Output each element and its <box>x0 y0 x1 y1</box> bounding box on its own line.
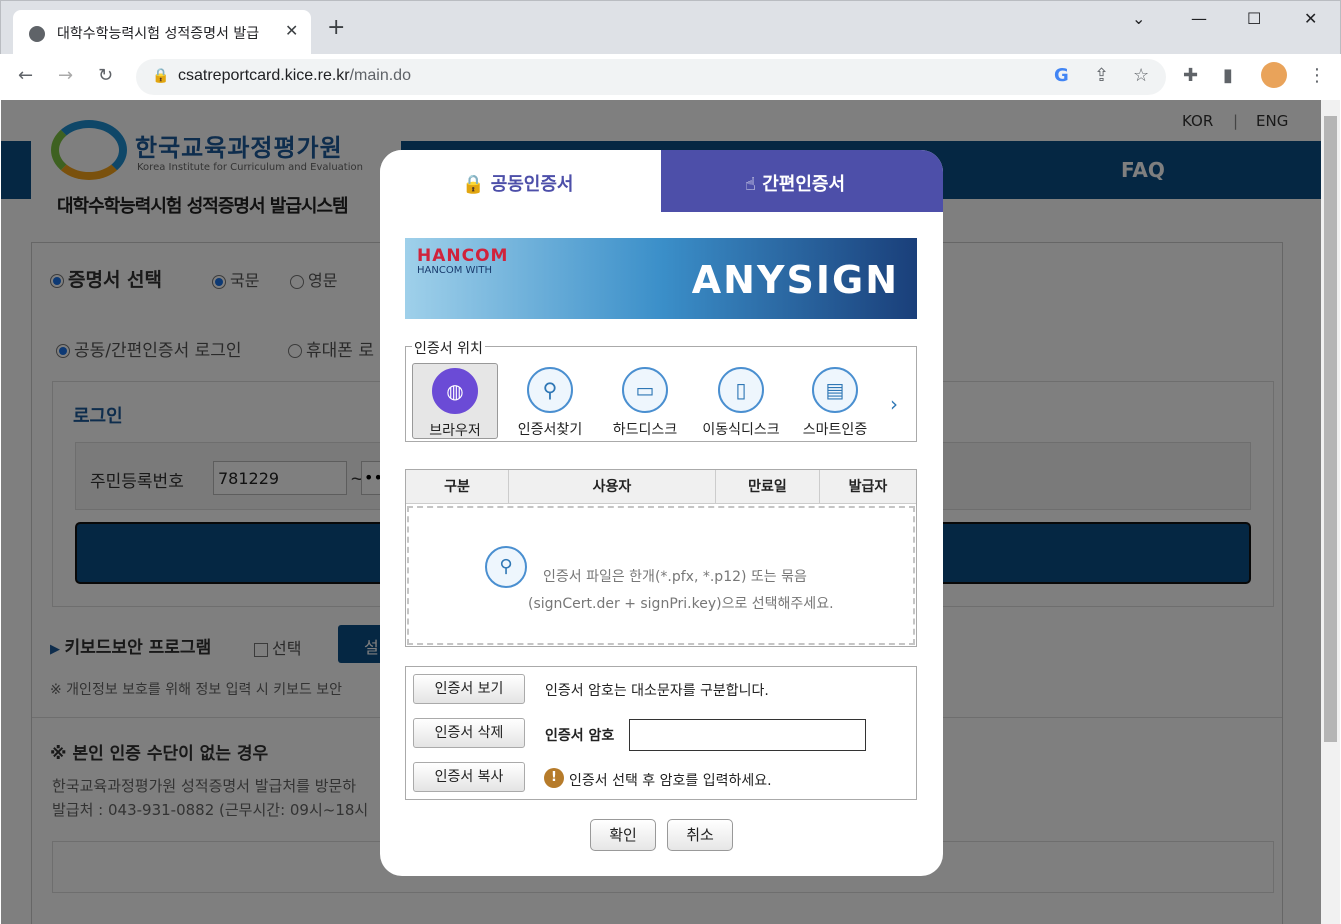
scrollbar-thumb[interactable] <box>1324 116 1337 742</box>
minimize-icon[interactable]: — <box>1191 9 1207 28</box>
lock-icon: 🔒 <box>152 68 170 84</box>
back-icon[interactable]: ← <box>18 65 33 86</box>
url-domain: csatreportcard.kice.re.kr <box>178 67 350 84</box>
forward-icon[interactable]: → <box>58 65 73 86</box>
scrollbar[interactable] <box>1321 100 1340 924</box>
ok-button[interactable]: 확인 <box>590 819 656 851</box>
col-issuer: 발급자 <box>848 479 888 495</box>
location-hard-disk[interactable]: ▭ 하드디스크 <box>602 363 688 439</box>
lock-icon: 🔒 <box>462 174 491 195</box>
warning-icon: ! <box>544 768 564 788</box>
share-icon[interactable]: ⇪ <box>1094 65 1109 86</box>
cert-dropzone[interactable]: ⚲ 인증서 파일은 한개(*.pfx, *.p12) 또는 묶음 (signCe… <box>407 506 915 645</box>
fingerprint-icon: ☝ <box>745 174 763 195</box>
browser-toolbar: ← → ↻ 🔒 csatreportcard.kice.re.kr/main.d… <box>0 54 1341 100</box>
url-path: /main.do <box>349 67 411 84</box>
globe-icon: ◍ <box>432 368 478 414</box>
google-icon[interactable]: G <box>1054 65 1069 86</box>
location-legend: 인증서 위치 <box>412 338 485 358</box>
cert-location-group: ◍ 브라우저 ⚲ 인증서찾기 ▭ 하드디스크 ▯ 이동식디스크 ▤ 스마트인증 <box>405 346 917 442</box>
delete-cert-button[interactable]: 인증서 삭제 <box>413 718 525 748</box>
cert-table-header: 구분 사용자 만료일 발급자 <box>406 470 916 504</box>
banner-product: ANYSIGN <box>691 258 899 302</box>
col-expiry: 만료일 <box>716 470 820 504</box>
tab-joint-cert-text: 공동인증서 <box>490 174 574 195</box>
tab-close-icon[interactable]: ✕ <box>285 21 298 40</box>
password-label: 인증서 암호 <box>545 728 615 744</box>
address-bar[interactable]: 🔒 csatreportcard.kice.re.kr/main.do G ⇪ … <box>136 59 1166 95</box>
banner-sub: HANCOM WITH <box>417 265 492 276</box>
menu-icon[interactable]: ⋮ <box>1308 65 1326 86</box>
location-browser[interactable]: ◍ 브라우저 <box>412 363 498 439</box>
copy-cert-button[interactable]: 인증서 복사 <box>413 762 525 792</box>
dropzone-text-1: 인증서 파일은 한개(*.pfx, *.p12) 또는 묶음 <box>543 569 807 585</box>
tab-simple-cert-label: ☝ 간편인증서 <box>745 170 845 196</box>
profile-avatar[interactable] <box>1261 62 1287 88</box>
smartphone-icon: ▤ <box>812 367 858 413</box>
location-label: 브라우저 <box>429 423 481 439</box>
location-label: 이동식디스크 <box>702 422 780 438</box>
password-input[interactable] <box>629 719 866 751</box>
cert-table: 구분 사용자 만료일 발급자 ⚲ 인증서 파일은 한개(*.pfx, *.p12… <box>405 469 917 647</box>
maximize-icon[interactable]: ☐ <box>1247 9 1261 28</box>
browser-tab[interactable]: 대학수학능력시험 성적증명서 발급 ✕ <box>13 10 311 55</box>
new-tab-icon[interactable]: + <box>327 15 345 40</box>
tab-simple-cert-text: 간편인증서 <box>762 174 846 195</box>
cert-dialog: 🔒 공동인증서 ☝ 간편인증서 HANCOM HANCOM WITH ANYSI… <box>380 150 943 876</box>
case-sensitive-note: 인증서 암호는 대소문자를 구분합니다. <box>545 683 769 699</box>
extensions-icon[interactable]: ✚ <box>1183 65 1198 86</box>
reload-icon[interactable]: ↻ <box>98 65 113 86</box>
password-panel: 인증서 보기 인증서 삭제 인증서 복사 인증서 암호는 대소문자를 구분합니다… <box>405 666 917 800</box>
banner-brand: HANCOM <box>417 246 509 266</box>
location-smart-auth[interactable]: ▤ 스마트인증 <box>792 363 878 439</box>
monitor-icon: ▭ <box>622 367 668 413</box>
location-cert-search[interactable]: ⚲ 인증서찾기 <box>507 363 593 439</box>
anysign-banner: HANCOM HANCOM WITH ANYSIGN <box>405 238 917 319</box>
location-label: 스마트인증 <box>802 422 868 438</box>
side-panel-icon[interactable]: ▮ <box>1223 65 1233 86</box>
magnifier-icon: ⚲ <box>527 367 573 413</box>
col-type: 구분 <box>406 470 509 504</box>
cancel-button[interactable]: 취소 <box>667 819 733 851</box>
view-cert-button[interactable]: 인증서 보기 <box>413 674 525 704</box>
usb-icon: ▯ <box>718 367 764 413</box>
close-window-icon[interactable]: ✕ <box>1304 9 1317 28</box>
location-label: 하드디스크 <box>612 422 678 438</box>
col-user: 사용자 <box>509 470 716 504</box>
dropzone-text-2: (signCert.der + signPri.key)으로 선택해주세요. <box>528 596 834 612</box>
tab-title: 대학수학능력시험 성적증명서 발급 <box>57 26 260 42</box>
globe-favicon-icon <box>29 26 45 42</box>
warning-text: 인증서 선택 후 암호를 입력하세요. <box>569 773 772 789</box>
tab-simple-cert[interactable]: ☝ 간편인증서 <box>661 150 943 212</box>
location-removable-disk[interactable]: ▯ 이동식디스크 <box>697 363 785 439</box>
tab-search-icon[interactable]: ⌄ <box>1132 9 1145 28</box>
bookmark-star-icon[interactable]: ☆ <box>1133 65 1149 86</box>
tab-joint-cert[interactable]: 🔒 공동인증서 <box>380 150 661 212</box>
chevron-right-icon[interactable]: › <box>890 392 898 416</box>
magnifier-icon: ⚲ <box>485 546 527 588</box>
location-label: 인증서찾기 <box>517 422 583 438</box>
url-text: csatreportcard.kice.re.kr/main.do <box>178 67 411 85</box>
tab-joint-cert-label: 🔒 공동인증서 <box>462 170 574 196</box>
